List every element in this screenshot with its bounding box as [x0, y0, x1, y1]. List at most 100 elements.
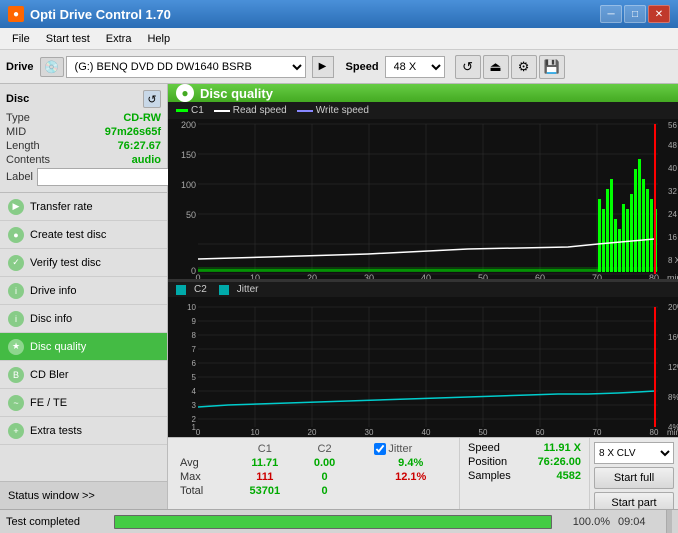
disc-quality-header-icon: ● — [176, 84, 194, 102]
speed-stat-row: Speed 11.91 X — [468, 442, 581, 454]
cd-bler-icon: B — [8, 367, 24, 383]
status-window-button[interactable]: Status window >> — [0, 481, 167, 509]
read-speed-legend-label: Read speed — [233, 105, 287, 116]
nav-transfer-rate-label: Transfer rate — [30, 201, 93, 213]
jitter-legend-dot — [219, 285, 229, 295]
chart2-container: 10 9 8 7 6 5 4 3 2 1 20% 16% 12% 8% 4% — [168, 297, 678, 437]
samples-stat-row: Samples 4582 — [468, 470, 581, 482]
nav-disc-info[interactable]: i Disc info — [0, 305, 167, 333]
eject-icon[interactable]: ⏏ — [483, 55, 509, 79]
svg-text:50: 50 — [186, 210, 196, 220]
nav-transfer-rate[interactable]: ▶ Transfer rate — [0, 193, 167, 221]
write-speed-legend-dot — [297, 110, 313, 112]
status-edge — [666, 510, 672, 533]
progress-percentage: 100.0% — [560, 516, 610, 528]
svg-text:30: 30 — [365, 428, 374, 437]
position-stat-row: Position 76:26.00 — [468, 456, 581, 468]
svg-text:0: 0 — [196, 428, 201, 437]
contents-label: Contents — [6, 154, 50, 166]
menu-file[interactable]: File — [4, 31, 38, 47]
svg-text:48 X: 48 X — [668, 141, 678, 150]
svg-text:3: 3 — [192, 401, 197, 410]
max-c2: 0 — [299, 470, 351, 484]
speed-stat-value: 11.91 X — [544, 442, 581, 454]
speed-label: Speed — [346, 61, 379, 73]
disc-info-icon: i — [8, 311, 24, 327]
transfer-rate-icon: ▶ — [8, 199, 24, 215]
svg-text:32 X: 32 X — [668, 187, 678, 196]
speed-dropdown[interactable]: 48 X — [385, 56, 445, 78]
drive-label: Drive — [6, 61, 34, 73]
title-bar: ● Opti Drive Control 1.70 ─ □ ✕ — [0, 0, 678, 28]
menu-extra[interactable]: Extra — [98, 31, 140, 47]
close-button[interactable]: ✕ — [648, 5, 670, 23]
jitter-checkbox[interactable] — [374, 443, 386, 455]
menu-start-test[interactable]: Start test — [38, 31, 98, 47]
total-row: Total 53701 0 — [176, 484, 451, 498]
avg-row: Avg 11.71 0.00 9.4% — [176, 456, 451, 470]
max-label: Max — [176, 470, 231, 484]
nav-verify-test-disc[interactable]: ✓ Verify test disc — [0, 249, 167, 277]
nav-extra-tests-label: Extra tests — [30, 425, 82, 437]
svg-text:24 X: 24 X — [668, 210, 678, 219]
svg-text:16 X: 16 X — [668, 233, 678, 242]
menu-bar: File Start test Extra Help — [0, 28, 678, 50]
progress-bar — [115, 516, 551, 528]
status-time: 09:04 — [618, 516, 658, 528]
stats-panel: C1 C2 Jitter — [168, 437, 678, 509]
clv-dropdown[interactable]: 8 X CLV — [594, 442, 674, 464]
total-c2: 0 — [299, 484, 351, 498]
settings-icon[interactable]: ⚙ — [511, 55, 537, 79]
disc-refresh-button[interactable]: ↺ — [143, 90, 161, 108]
nav-cd-bler-label: CD Bler — [30, 369, 69, 381]
nav-drive-info[interactable]: i Drive info — [0, 277, 167, 305]
nav-disc-quality-label: Disc quality — [30, 341, 86, 353]
svg-text:min: min — [667, 273, 678, 279]
svg-text:40: 40 — [422, 428, 431, 437]
minimize-button[interactable]: ─ — [600, 5, 622, 23]
start-part-button[interactable]: Start part — [594, 492, 674, 509]
window-controls: ─ □ ✕ — [600, 5, 670, 23]
refresh-icon[interactable]: ↺ — [455, 55, 481, 79]
mid-value: 97m26s65f — [105, 126, 161, 138]
nav-disc-quality[interactable]: ★ Disc quality — [0, 333, 167, 361]
jitter-header-label: Jitter — [388, 443, 412, 455]
start-full-button[interactable]: Start full — [594, 467, 674, 489]
avg-label: Avg — [176, 456, 231, 470]
chart1-container: 200 150 100 50 0 0 10 20 30 40 50 60 70 … — [168, 119, 678, 279]
write-speed-legend-label: Write speed — [316, 105, 369, 116]
sidebar: Disc ↺ Type CD-RW MID 97m26s65f Length 7… — [0, 84, 168, 509]
drive-selector: 💿 (G:) BENQ DVD DD DW1640 BSRB — [40, 56, 306, 78]
disc-quality-header: ● Disc quality — [168, 84, 678, 102]
max-jitter: 12.1% — [370, 470, 451, 484]
label-label: Label — [6, 171, 33, 183]
total-c1: 53701 — [231, 484, 299, 498]
stats-table: C1 C2 Jitter — [176, 442, 451, 498]
type-value: CD-RW — [123, 112, 161, 124]
svg-text:10: 10 — [187, 303, 196, 312]
max-row: Max 111 0 12.1% — [176, 470, 451, 484]
svg-text:40 X: 40 X — [668, 164, 678, 173]
status-text: Test completed — [6, 516, 106, 528]
save-icon[interactable]: 💾 — [539, 55, 565, 79]
header-c2: C2 — [299, 442, 351, 456]
chart2-legend: C2 Jitter — [168, 282, 678, 297]
nav-extra-tests[interactable]: + Extra tests — [0, 417, 167, 445]
header-c1: C1 — [231, 442, 299, 456]
svg-text:150: 150 — [181, 150, 196, 160]
nav-create-test-disc[interactable]: ● Create test disc — [0, 221, 167, 249]
nav-fe-te[interactable]: ~ FE / TE — [0, 389, 167, 417]
drive-dropdown[interactable]: (G:) BENQ DVD DD DW1640 BSRB — [66, 56, 306, 78]
length-label: Length — [6, 140, 40, 152]
svg-text:0: 0 — [195, 273, 200, 279]
status-bar: Test completed 100.0% 09:04 — [0, 509, 678, 533]
create-test-disc-icon: ● — [8, 227, 24, 243]
maximize-button[interactable]: □ — [624, 5, 646, 23]
label-input[interactable] — [37, 168, 171, 186]
nav-cd-bler[interactable]: B CD Bler — [0, 361, 167, 389]
menu-help[interactable]: Help — [139, 31, 178, 47]
drive-refresh-button[interactable]: ▶ — [312, 56, 334, 78]
svg-text:40: 40 — [421, 273, 431, 279]
extra-tests-icon: + — [8, 423, 24, 439]
svg-text:20: 20 — [307, 273, 317, 279]
